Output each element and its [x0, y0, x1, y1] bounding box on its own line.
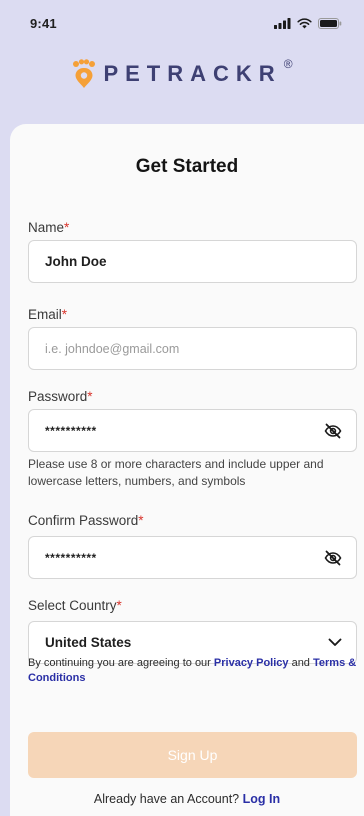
confirm-password-label: Confirm Password* [28, 513, 144, 528]
status-bar: 9:41 [0, 0, 364, 46]
eye-off-icon[interactable] [324, 423, 342, 439]
confirm-password-input[interactable]: ********** [28, 536, 357, 579]
wifi-icon [297, 17, 312, 28]
paw-pin-icon [73, 59, 96, 88]
log-in-link[interactable]: Log In [243, 792, 281, 806]
country-label: Select Country* [28, 598, 122, 613]
battery-icon [318, 17, 342, 29]
required-mark: * [64, 220, 70, 235]
sign-up-button[interactable]: Sign Up [28, 732, 357, 778]
brand-logo: PETRACKR ® [0, 52, 364, 96]
required-mark: * [87, 389, 93, 404]
password-label: Password* [28, 389, 93, 404]
email-input[interactable]: i.e. johndoe@gmail.com [28, 327, 357, 370]
required-mark: * [61, 307, 68, 322]
country-select-value: United States [45, 635, 132, 650]
name-input[interactable]: John Doe [28, 240, 357, 283]
page-title: Get Started [135, 156, 239, 177]
required-mark: * [138, 513, 144, 528]
eye-off-icon[interactable] [324, 550, 342, 566]
status-time: 9:41 [30, 15, 57, 31]
login-prompt: Already have an Account? Log In [93, 792, 281, 806]
password-input[interactable]: ********** [28, 409, 357, 452]
terms-notice: By continuing you are agreeing to our Pr… [28, 657, 357, 684]
privacy-policy-link[interactable]: Privacy Policy [214, 657, 289, 669]
required-mark: * [116, 598, 122, 613]
status-icons [274, 17, 342, 29]
signup-card: Get Started Name* John Doe Email* i.e. j… [10, 124, 364, 816]
confirm-password-input-value: ********** [45, 550, 97, 565]
password-hint: Please use 8 or more characters and incl… [28, 457, 324, 488]
signal-icon [274, 17, 291, 29]
password-input-value: ********** [45, 423, 97, 438]
name-label: Name* [28, 220, 70, 235]
brand-name: PETRACKR [103, 61, 282, 86]
email-label: Email* [28, 307, 68, 322]
chevron-down-icon [328, 638, 342, 646]
brand-registered-mark: ® [283, 57, 293, 71]
name-input-value: John Doe [45, 254, 107, 269]
email-input-placeholder: i.e. johndoe@gmail.com [45, 341, 180, 356]
